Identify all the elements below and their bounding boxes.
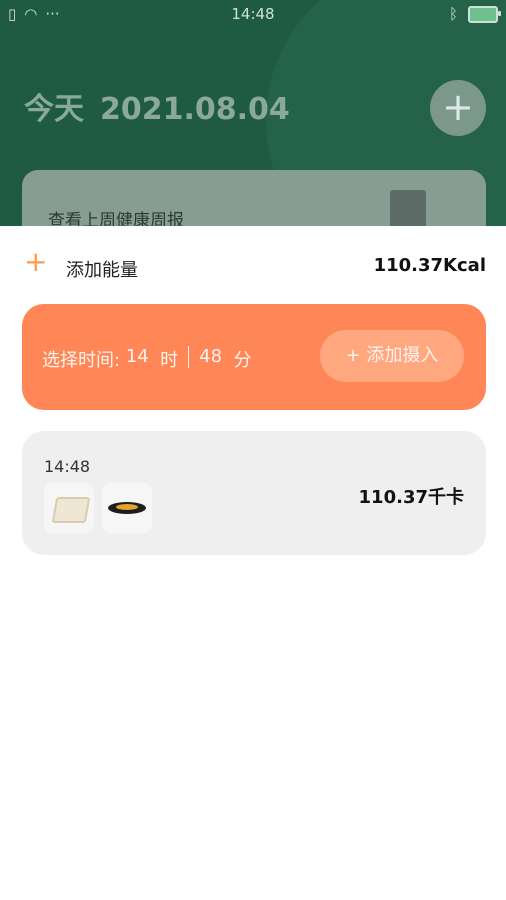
minute-unit: 分	[233, 350, 252, 371]
record-time: 14:48	[44, 457, 91, 476]
status-right-icons: ᛒ	[448, 5, 501, 23]
today-label: 今天	[24, 92, 84, 127]
status-time: 14:48	[231, 5, 275, 23]
add-energy-label: 添加能量	[66, 260, 138, 281]
tofu-thumbnail	[44, 483, 94, 533]
date-header: 今天 2021.08.04	[24, 84, 290, 128]
add-energy-sheet: + 添加能量 110.37Kcal 选择时间: 14 时 48 分 + 添加摄入…	[0, 226, 506, 900]
battery-icon	[468, 5, 501, 23]
dish-icon	[108, 502, 146, 514]
weekly-report-title: 查看上周健康周报	[48, 211, 184, 226]
total-kcal: 110.37Kcal	[373, 255, 486, 276]
time-separator	[188, 346, 190, 368]
record-kcal: 110.37千卡	[358, 487, 464, 508]
intake-record-card[interactable]: 14:48 110.37千卡	[22, 431, 486, 555]
plus-icon[interactable]: +	[24, 248, 47, 276]
report-illustration-icon	[390, 190, 426, 226]
add-button[interactable]: +	[430, 80, 486, 136]
hour-unit: 时	[160, 350, 179, 371]
bluetooth-icon: ᛒ	[448, 5, 458, 23]
date-label: 2021.08.04	[100, 92, 290, 127]
minute-value[interactable]: 48	[199, 346, 222, 372]
status-bar: ▯ ◠ ··· 14:48 ᛒ	[0, 0, 506, 28]
dish-thumbnail	[102, 483, 152, 533]
time-prefix: 选择时间:	[42, 350, 121, 371]
weekly-report-card[interactable]: 查看上周健康周报	[22, 170, 486, 226]
hour-value[interactable]: 14	[126, 346, 149, 372]
background-overlay: ▯ ◠ ··· 14:48 ᛒ 今天 2021.08.04 + 查看上周健康周报	[0, 0, 506, 226]
add-energy-row: + 添加能量 110.37Kcal	[0, 226, 506, 304]
time-picker-card: 选择时间: 14 时 48 分 + 添加摄入	[22, 304, 486, 410]
tofu-icon	[51, 497, 91, 523]
time-picker[interactable]: 选择时间: 14 时 48 分	[42, 346, 252, 372]
plus-icon: +	[442, 85, 474, 129]
food-thumbnails	[44, 483, 152, 533]
add-intake-button[interactable]: + 添加摄入	[320, 330, 464, 382]
